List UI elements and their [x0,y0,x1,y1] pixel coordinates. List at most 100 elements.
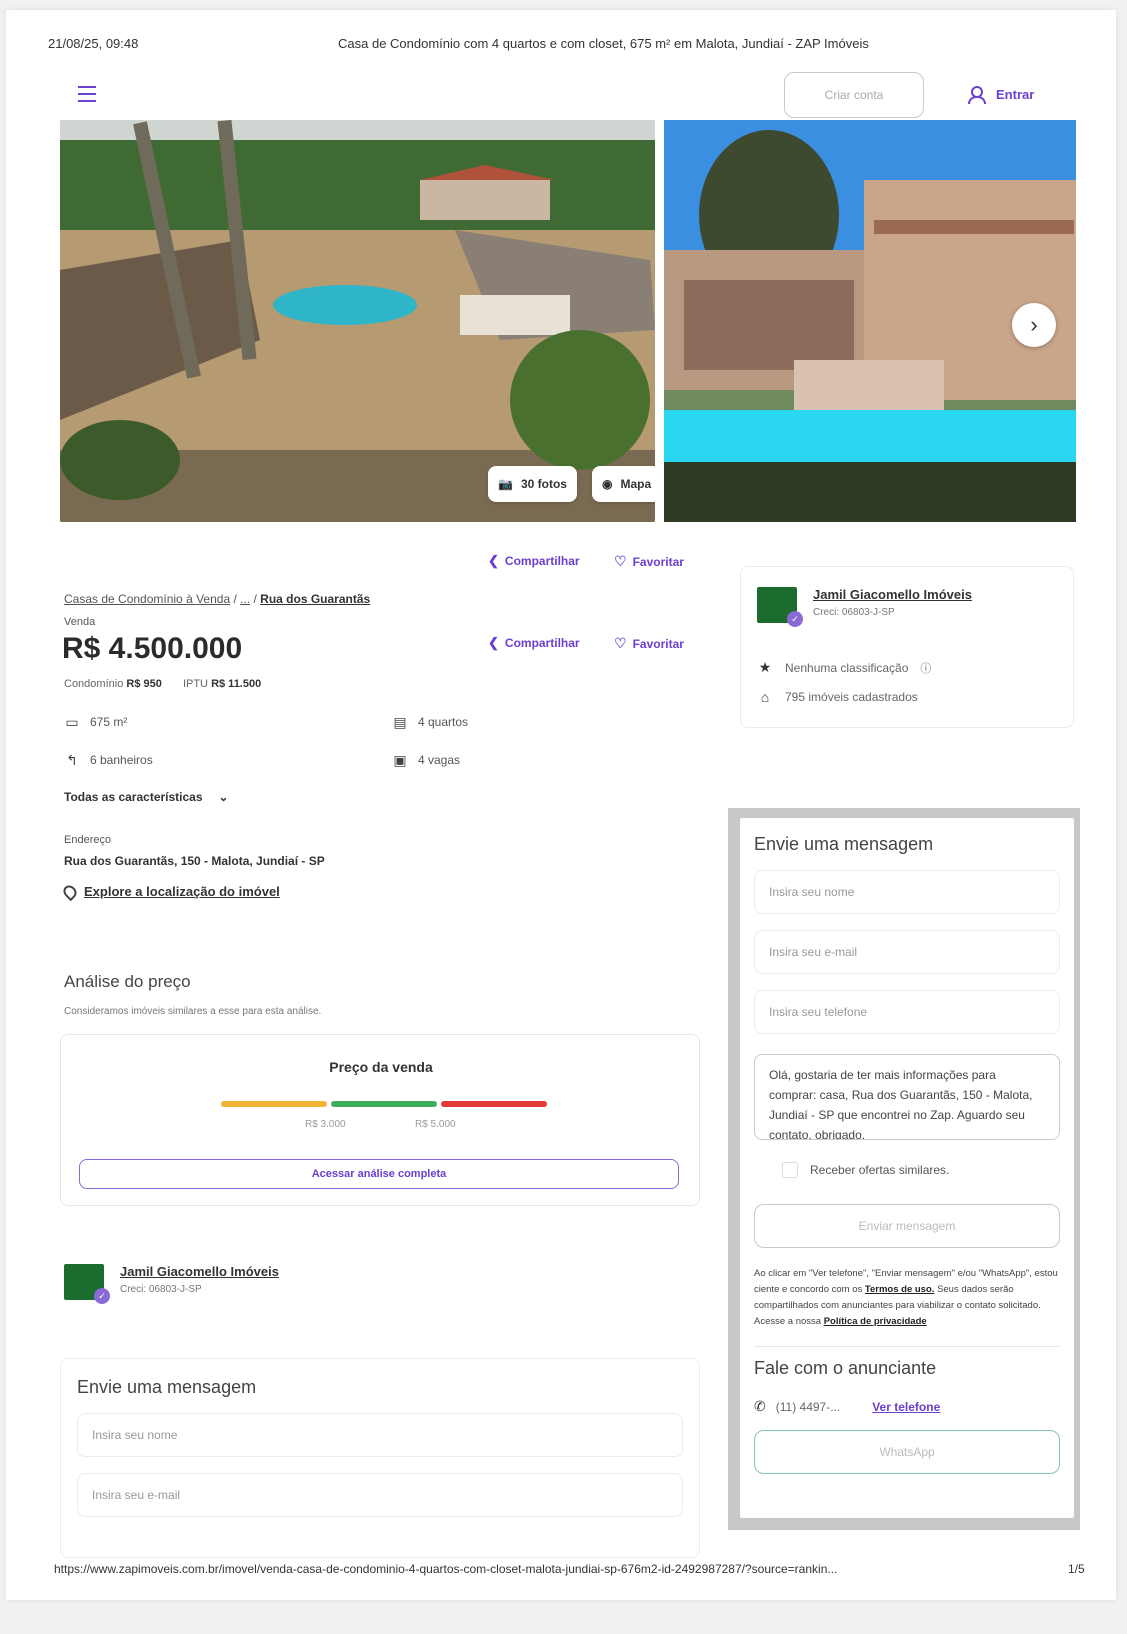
price-high-value: R$ 5.000 [415,1119,456,1130]
advertiser-name[interactable]: Jamil Giacomello Imóveis [813,587,972,602]
verified-badge-icon: ✓ [94,1288,110,1304]
privacy-link[interactable]: Política de privacidade [824,1316,927,1327]
user-icon [968,86,986,104]
home-icon: ⌂ [760,689,770,705]
chevron-right-icon: › [1030,312,1038,337]
contact-title: Fale com o anunciante [754,1358,937,1378]
breadcrumb: Casas de Condomínio à Venda / ... / Rua … [64,592,371,606]
chevron-down-icon: ⌄ [218,790,229,804]
listing-type-label: Venda [64,616,96,628]
breadcrumb-item-street[interactable]: Rua dos Guarantãs [260,592,370,606]
price-analysis-title: Análise do preço [64,972,191,991]
phone-input[interactable]: Insira seu telefone [754,990,1060,1034]
advertiser-logo: ✓ [757,587,803,627]
price-bar-mid [331,1101,437,1107]
feature-parking-value: 4 vagas [418,753,461,767]
share-label: Compartilhar [504,636,580,650]
map-button[interactable]: ◉ Mapa [592,466,655,502]
map-label: Mapa [620,477,652,491]
terms-text: Ao clicar em "Ver telefone", "Enviar men… [754,1266,1060,1330]
condo-fee-value: R$ 950 [126,678,162,690]
heart-icon: ♡ [614,553,627,569]
print-page-number: 1/5 [1068,1562,1085,1576]
advertiser-rating-label: Nenhuma classificação [785,660,909,675]
favorite-button-secondary[interactable]: ♡ Favoritar [614,635,684,652]
advertiser-name[interactable]: Jamil Giacomello Imóveis [120,1264,279,1279]
iptu-value: R$ 11.500 [211,678,262,690]
breadcrumb-item-category[interactable]: Casas de Condomínio à Venda [64,592,230,606]
all-features-label: Todas as características [64,790,203,804]
hamburger-menu-icon[interactable] [78,86,100,104]
price-bar-high [441,1101,547,1107]
login-label: Entrar [996,86,1035,102]
share-button[interactable]: ❮ Compartilhar [488,553,580,569]
camera-icon: 📷 [498,477,513,491]
gallery-next-button[interactable]: › [1012,303,1056,347]
shower-icon: ↰ [66,752,78,768]
message-form-bottom-title: Envie uma mensagem [77,1377,257,1397]
full-analysis-button[interactable]: Acessar análise completa [79,1159,679,1189]
advertiser-logo: ✓ [64,1264,110,1304]
feature-bathrooms: ↰ 6 banheiros [64,753,153,767]
email-input[interactable]: Insira seu e-mail [754,930,1060,974]
feature-bathrooms-value: 6 banheiros [90,753,153,767]
similar-offers-label: Receber ofertas similares. [810,1163,950,1177]
feature-bedrooms-value: 4 quartos [418,715,469,729]
create-account-button[interactable]: Criar conta [784,72,924,118]
similar-offers-option[interactable]: Receber ofertas similares. [782,1162,949,1178]
explore-location-label: Explore a localização do imóvel [84,884,280,899]
price-low-value: R$ 3.000 [305,1119,346,1130]
advertiser-listings-label: 795 imóveis cadastrados [785,690,918,704]
show-phone-link[interactable]: Ver telefone [872,1400,940,1414]
feature-area-value: 675 m² [90,715,128,729]
explore-location-link[interactable]: Explore a localização do imóvel [60,882,280,901]
similar-offers-checkbox[interactable] [782,1162,798,1178]
bed-icon: ▤ [393,714,407,730]
garden-pool-photo [60,120,655,522]
advertiser-card: ✓ Jamil Giacomello Imóveis Creci: 06803-… [740,566,1074,728]
print-date: 21/08/25, 09:48 [48,36,139,51]
favorite-label: Favoritar [632,554,684,569]
address-label: Endereço [64,834,112,846]
favorite-label: Favoritar [632,636,684,651]
share-label: Compartilhar [504,554,580,568]
name-input-bottom[interactable]: Insira seu nome [77,1413,683,1457]
message-form-title: Envie uma mensagem [754,834,934,854]
price-analysis-subtitle: Consideramos imóveis similares a esse pa… [64,1006,322,1017]
photos-count-label: 30 fotos [520,477,567,491]
message-textarea[interactable]: Olá, gostaria de ter mais informações pa… [754,1054,1060,1140]
login-button[interactable]: Entrar [968,86,1035,104]
share-icon: ❮ [488,553,499,568]
print-url: https://www.zapimoveis.com.br/imovel/ven… [54,1562,838,1576]
advertiser-creci: Creci: 06803-J-SP [813,607,895,618]
favorite-button[interactable]: ♡ Favoritar [614,553,684,570]
photos-count-button[interactable]: 📷 30 fotos [488,466,577,502]
address: Rua dos Guarantãs, 150 - Malota, Jundiaí… [64,854,325,868]
star-icon: ★ [758,659,772,675]
listing-fees: Condomínio R$ 950 IPTU R$ 11.500 [64,678,279,690]
location-pin-icon [60,882,80,901]
breadcrumb-item-ellipsis[interactable]: ... [240,592,250,606]
price-analysis-card-title: Preço da venda [329,1059,433,1075]
message-form-bottom: Envie uma mensagem Insira seu nome Insir… [60,1358,700,1558]
info-icon[interactable]: ⓘ [920,660,931,676]
all-features-toggle[interactable]: Todas as características ⌄ [64,790,229,804]
contact-phone: ✆ (11) 4497-... Ver telefone [754,1398,940,1415]
listing-photo-main[interactable]: 📷 30 fotos ◉ Mapa [60,120,655,522]
terms-link[interactable]: Termos de uso. [865,1284,935,1295]
area-icon: ▭ [65,714,79,730]
name-input[interactable]: Insira seu nome [754,870,1060,914]
email-input-bottom[interactable]: Insira seu e-mail [77,1473,683,1517]
send-message-button[interactable]: Enviar mensagem [754,1204,1060,1248]
feature-parking: ▣ 4 vagas [392,753,460,767]
advertiser-listings: ⌂ 795 imóveis cadastrados [757,689,918,705]
price-analysis-card: Preço da venda R$ 3.000 R$ 5.000 Acessar… [60,1034,700,1206]
car-icon: ▣ [393,752,407,768]
share-button-secondary[interactable]: ❮ Compartilhar [488,635,580,651]
advertiser-creci: Creci: 06803-J-SP [120,1284,202,1295]
heart-icon: ♡ [614,635,627,651]
whatsapp-button[interactable]: WhatsApp [754,1430,1060,1474]
phone-icon: ✆ [754,1398,766,1414]
print-title: Casa de Condomínio com 4 quartos e com c… [338,36,869,51]
listing-price: R$ 4.500.000 [62,632,243,665]
